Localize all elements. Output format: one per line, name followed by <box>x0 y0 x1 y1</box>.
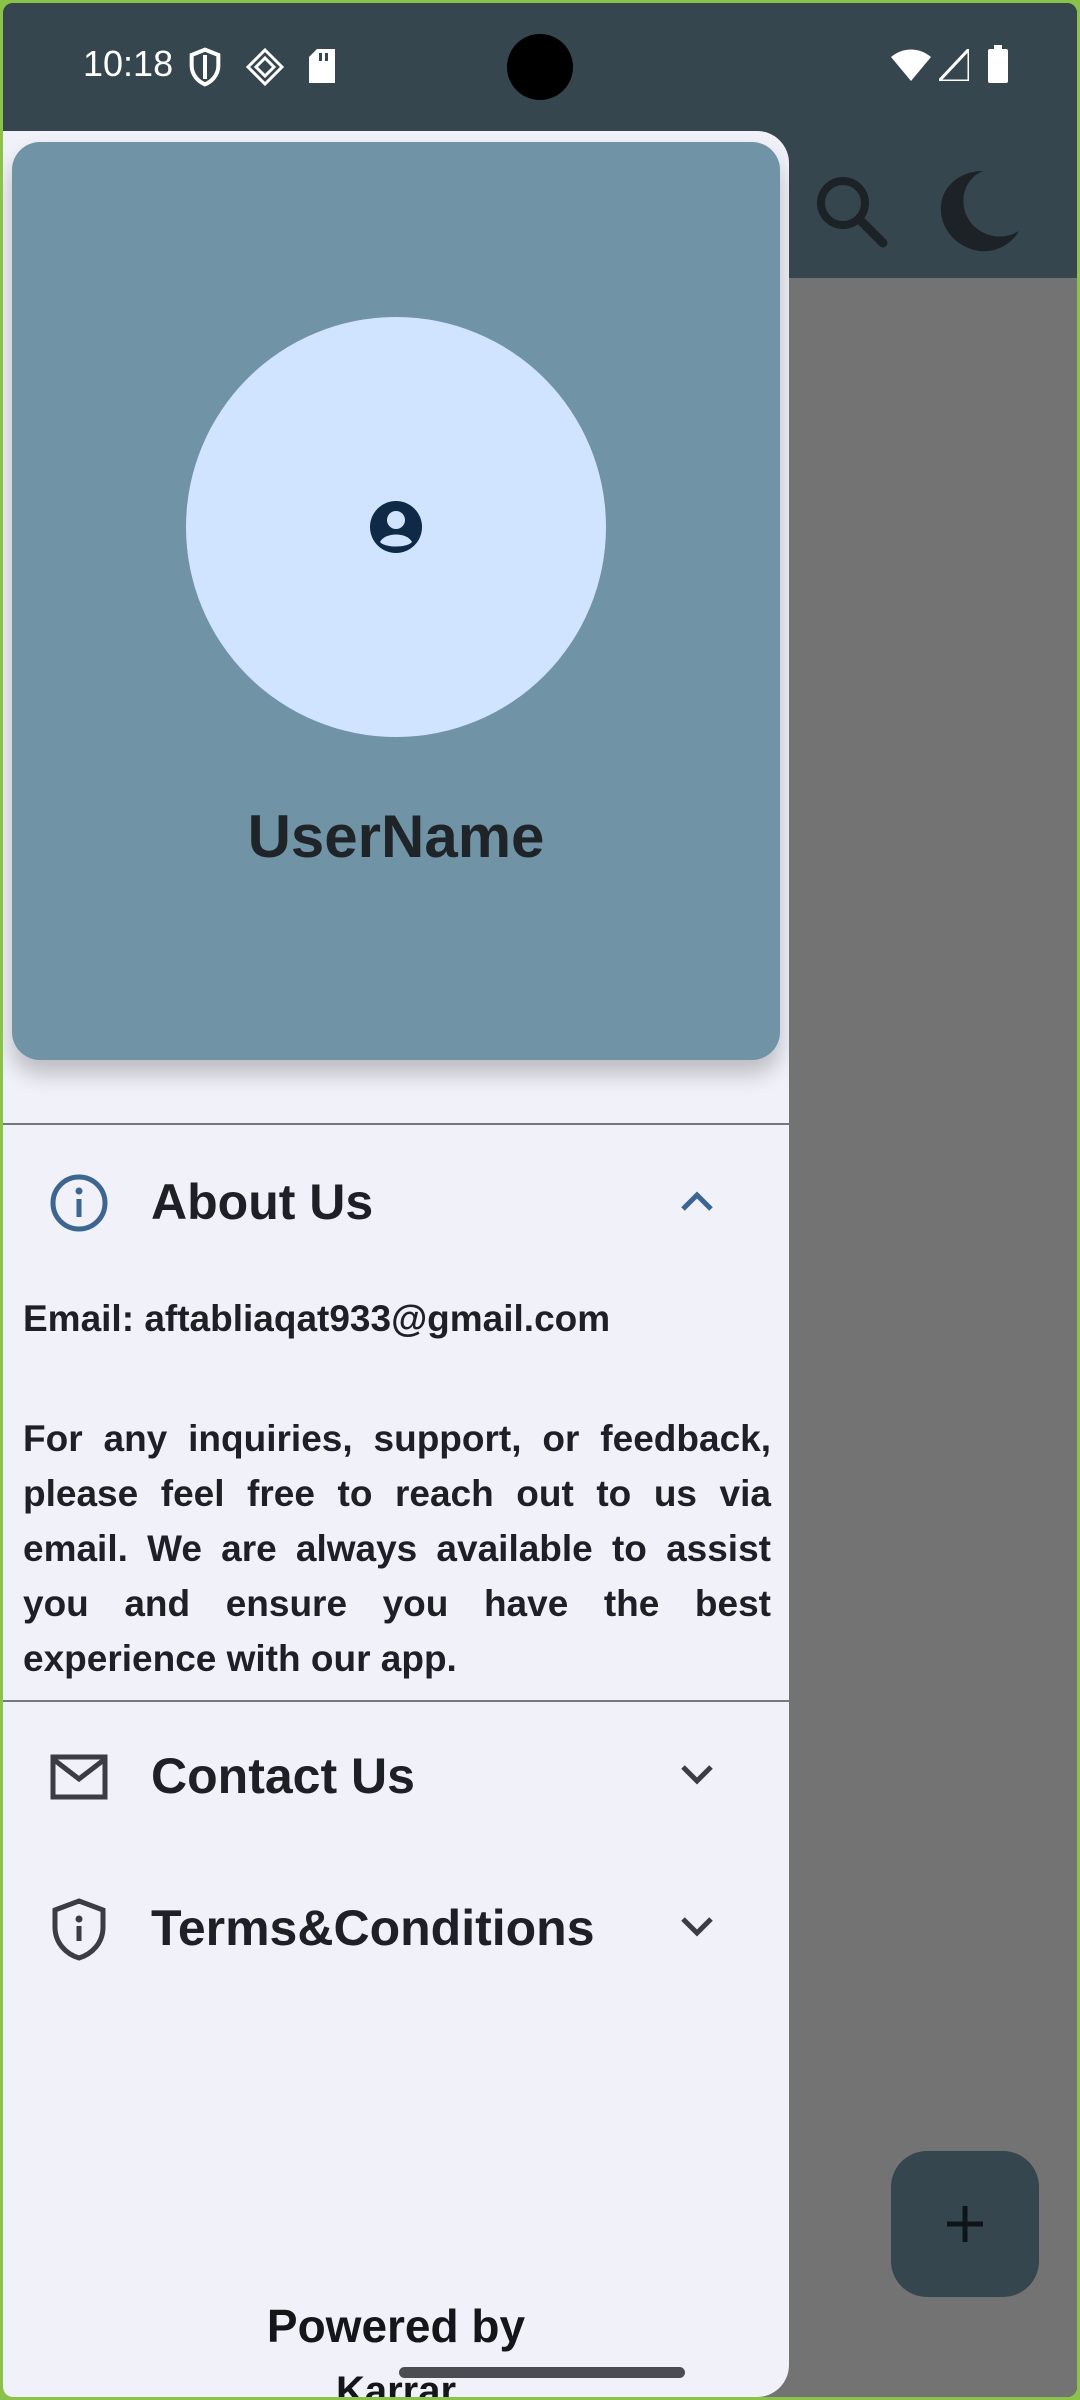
search-icon[interactable] <box>811 171 891 251</box>
home-indicator[interactable] <box>399 2367 685 2378</box>
status-time: 10:18 <box>83 43 174 84</box>
navigation-drawer: UserName About Us Email: aftabliaqat933@… <box>3 131 789 2397</box>
shield-icon <box>189 47 221 87</box>
front-camera <box>507 34 573 100</box>
chevron-down-icon[interactable] <box>671 1749 723 1801</box>
info-icon <box>50 1174 108 1232</box>
battery-icon <box>988 45 1008 83</box>
terms-conditions-title: Terms&Conditions <box>151 1900 595 1956</box>
chevron-up-icon[interactable] <box>671 1175 723 1227</box>
moon-icon[interactable] <box>935 165 1025 255</box>
vpn-key-icon <box>245 47 285 87</box>
terms-conditions-header[interactable]: Terms&Conditions <box>3 1857 789 2003</box>
divider <box>3 1700 789 1702</box>
shield-icon <box>52 1898 106 1961</box>
screen: 10:18 UserName About Us Email: aftabliaq… <box>3 3 1077 2397</box>
profile-header: UserName <box>12 142 780 1060</box>
powered-by-label: Powered by <box>266 2300 526 2352</box>
add-button[interactable] <box>891 2151 1039 2297</box>
sd-card-icon <box>309 49 335 83</box>
divider <box>3 1123 789 1125</box>
status-bar: 10:18 <box>3 3 1077 131</box>
username: UserName <box>247 803 545 870</box>
wifi-icon <box>891 49 931 81</box>
about-us-title: About Us <box>151 1174 374 1230</box>
contact-us-title: Contact Us <box>151 1748 415 1804</box>
about-us-header[interactable]: About Us <box>3 1127 789 1273</box>
avatar[interactable] <box>186 317 606 737</box>
cell-signal-icon <box>939 49 969 81</box>
account-circle-icon <box>370 501 422 553</box>
about-email: Email: aftabliaqat933@gmail.com <box>23 1298 611 1339</box>
contact-us-header[interactable]: Contact Us <box>3 1705 789 1851</box>
plus-icon <box>947 2206 983 2242</box>
chevron-down-icon[interactable] <box>671 1901 723 1953</box>
mail-icon <box>50 1754 108 1800</box>
about-description: For any inquiries, support, or feedback,… <box>23 1418 771 1679</box>
